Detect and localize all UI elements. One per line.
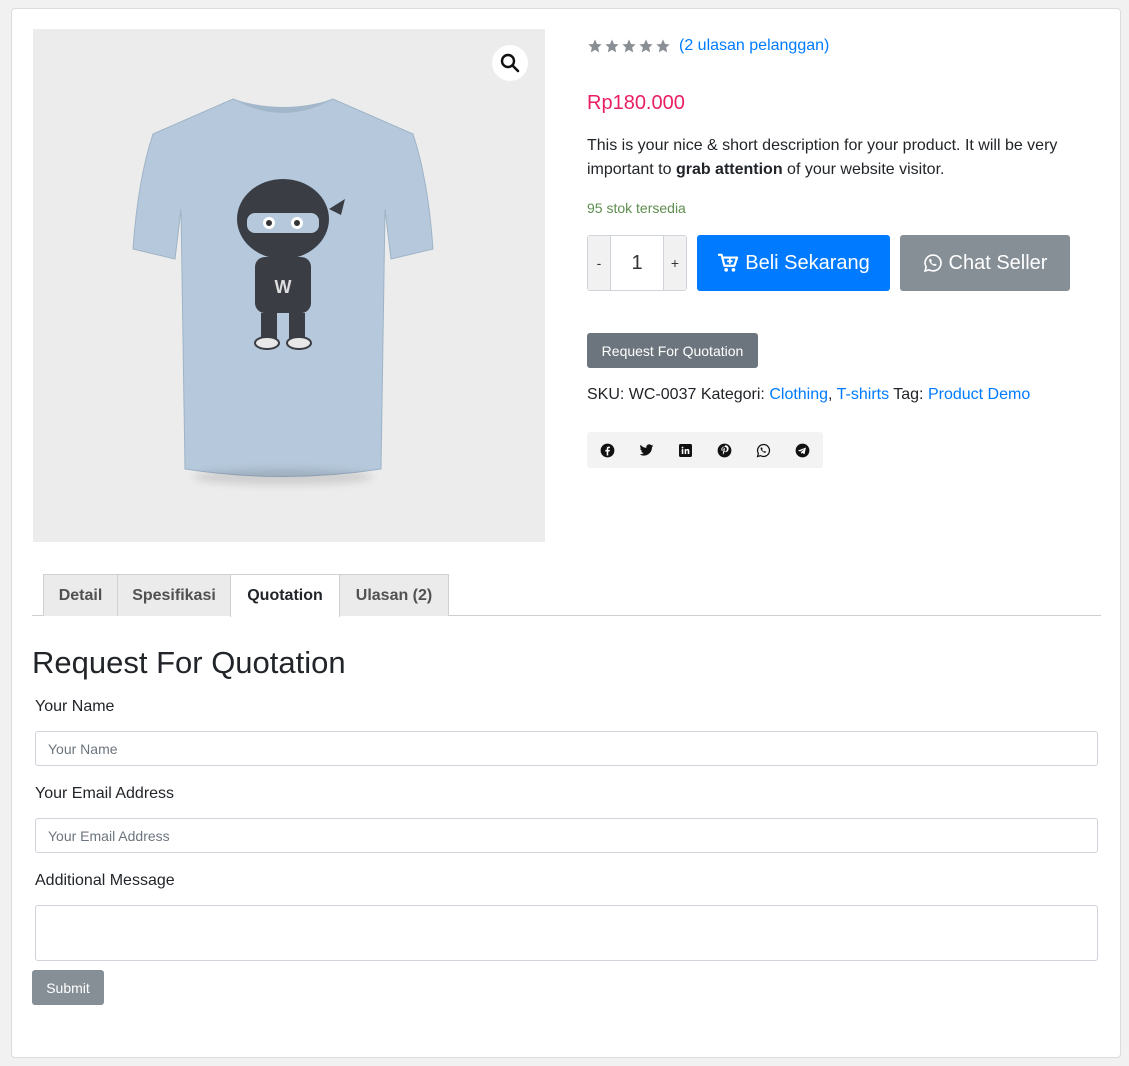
quantity-stepper: - + [587,235,687,291]
request-quotation-button[interactable]: Request For Quotation [587,333,758,368]
name-input[interactable] [35,731,1098,766]
quantity-input[interactable] [611,236,663,290]
product-meta: SKU: WC-0037 Kategori: Clothing, T-shirt… [587,386,1030,404]
chat-seller-label: Chat Seller [948,251,1048,274]
category-link-clothing[interactable]: Clothing [769,386,828,403]
category-label: Kategori: [700,386,765,403]
email-label: Your Email Address [35,785,175,802]
category-link-tshirts[interactable]: T-shirts [837,386,889,403]
facebook-icon[interactable] [597,440,617,460]
sku-value: WC-0037 [628,386,697,403]
product-tabs: Detail Spesifikasi Quotation Ulasan (2) [43,574,449,617]
product-price: Rp180.000 [587,92,685,114]
submit-button[interactable]: Submit [32,970,104,1005]
whatsapp-icon[interactable] [753,440,773,460]
star-icon [639,39,653,53]
chat-seller-button[interactable]: Chat Seller [900,235,1070,291]
category-separator: , [828,386,833,403]
reviews-link[interactable]: (2 ulasan pelanggan) [679,37,829,55]
tab-quotation[interactable]: Quotation [230,574,340,617]
product-short-description: This is your nice & short description fo… [587,134,1087,182]
twitter-icon[interactable] [636,440,656,460]
message-label: Additional Message [35,872,175,889]
description-bold: grab attention [675,161,783,178]
tag-link[interactable]: Product Demo [928,386,1030,403]
stock-status: 95 stok tersedia [587,200,686,216]
cart-plus-icon [718,253,739,272]
product-image[interactable]: W [33,29,545,542]
buy-now-label: Beli Sekarang [745,251,870,274]
star-icon [605,39,619,53]
email-input[interactable] [35,818,1098,853]
star-icon [622,39,636,53]
quantity-increment-button[interactable]: + [663,236,686,290]
social-share-bar [587,432,823,468]
star-icon [588,39,602,53]
tab-detail[interactable]: Detail [43,574,118,616]
tab-ulasan[interactable]: Ulasan (2) [339,574,449,616]
zoom-button[interactable] [492,45,528,81]
name-label: Your Name [35,698,115,715]
tshirt-image: W [123,89,443,489]
product-card: W (2 ulasan pelanggan) Rp180.000 This is… [11,8,1121,1058]
sku-label: SKU: [587,386,625,403]
linkedin-icon[interactable] [675,440,695,460]
quantity-decrement-button[interactable]: - [588,236,611,290]
pinterest-icon[interactable] [714,440,734,460]
whatsapp-icon [923,254,942,273]
quotation-form-title: Request For Quotation [32,645,346,680]
magnifier-icon [500,53,520,73]
rating-row: (2 ulasan pelanggan) [587,36,829,56]
tag-label: Tag: [893,386,924,403]
tab-spesifikasi[interactable]: Spesifikasi [117,574,231,616]
image-badge-letter: W [275,277,292,297]
star-rating [587,38,671,54]
star-icon [656,39,670,53]
description-text-end: of your website visitor. [782,161,945,178]
telegram-icon[interactable] [792,440,812,460]
buy-now-button[interactable]: Beli Sekarang [697,235,890,291]
message-textarea[interactable] [35,905,1098,961]
